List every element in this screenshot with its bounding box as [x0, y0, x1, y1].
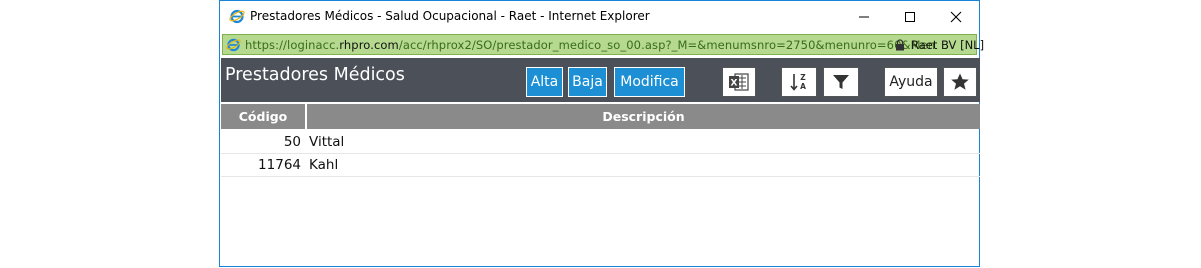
favorite-button[interactable] [943, 67, 977, 97]
url-prefix: https://loginacc. [245, 38, 340, 52]
url-path: /acc/rhprox2/SO/prestador_medico_so_00.a… [398, 38, 936, 52]
cell-codigo: 50 [283, 134, 301, 150]
close-button[interactable] [933, 1, 979, 32]
minimize-icon [859, 16, 869, 17]
url-domain: rhpro.com [339, 38, 399, 52]
maximize-button[interactable] [887, 1, 933, 32]
browser-window: Prestadores Médicos - Salud Ocupacional … [219, 0, 984, 267]
star-icon [951, 73, 969, 90]
svg-text:A: A [800, 82, 806, 91]
table-header: Código Descripción [221, 104, 980, 129]
sort-button[interactable]: Z A [781, 67, 817, 97]
filter-icon [833, 75, 849, 89]
window-title: Prestadores Médicos - Salud Ocupacional … [250, 9, 650, 23]
title-bar: Prestadores Médicos - Salud Ocupacional … [220, 1, 979, 32]
minimize-button[interactable] [841, 1, 887, 32]
modifica-button[interactable]: Modifica [614, 67, 685, 97]
table-row[interactable]: 50 Vittal [221, 131, 980, 154]
internet-explorer-icon [226, 38, 241, 52]
baja-button[interactable]: Baja [568, 67, 607, 97]
certificate-label[interactable]: Raet BV [NL] [911, 38, 984, 52]
filter-button[interactable] [823, 67, 859, 97]
page-header: Prestadores Médicos Alta Baja Modifica X… [221, 58, 980, 102]
ayuda-button[interactable]: Ayuda [884, 67, 938, 97]
address-bar[interactable]: https://loginacc.rhpro.com/acc/rhprox2/S… [222, 34, 984, 55]
column-header-codigo[interactable]: Código [221, 104, 305, 129]
sort-az-icon: Z A [790, 73, 806, 91]
page-title: Prestadores Médicos [225, 65, 405, 85]
close-icon [950, 11, 962, 22]
maximize-icon [905, 11, 915, 22]
alta-button[interactable]: Alta [526, 67, 563, 97]
column-header-descripcion[interactable]: Descripción [307, 104, 980, 129]
svg-text:Z: Z [800, 73, 806, 82]
url-text[interactable]: https://loginacc.rhpro.com/acc/rhprox2/S… [245, 38, 935, 52]
cell-descripcion: Kahl [309, 157, 339, 173]
svg-text:X: X [731, 79, 738, 89]
internet-explorer-icon [229, 9, 245, 24]
lock-icon[interactable] [895, 39, 905, 51]
export-excel-button[interactable]: X [722, 67, 756, 97]
table-row[interactable]: 11764 Kahl [221, 154, 980, 177]
excel-icon: X [729, 73, 749, 91]
cell-descripcion: Vittal [309, 134, 345, 150]
cell-codigo: 11764 [258, 157, 301, 173]
